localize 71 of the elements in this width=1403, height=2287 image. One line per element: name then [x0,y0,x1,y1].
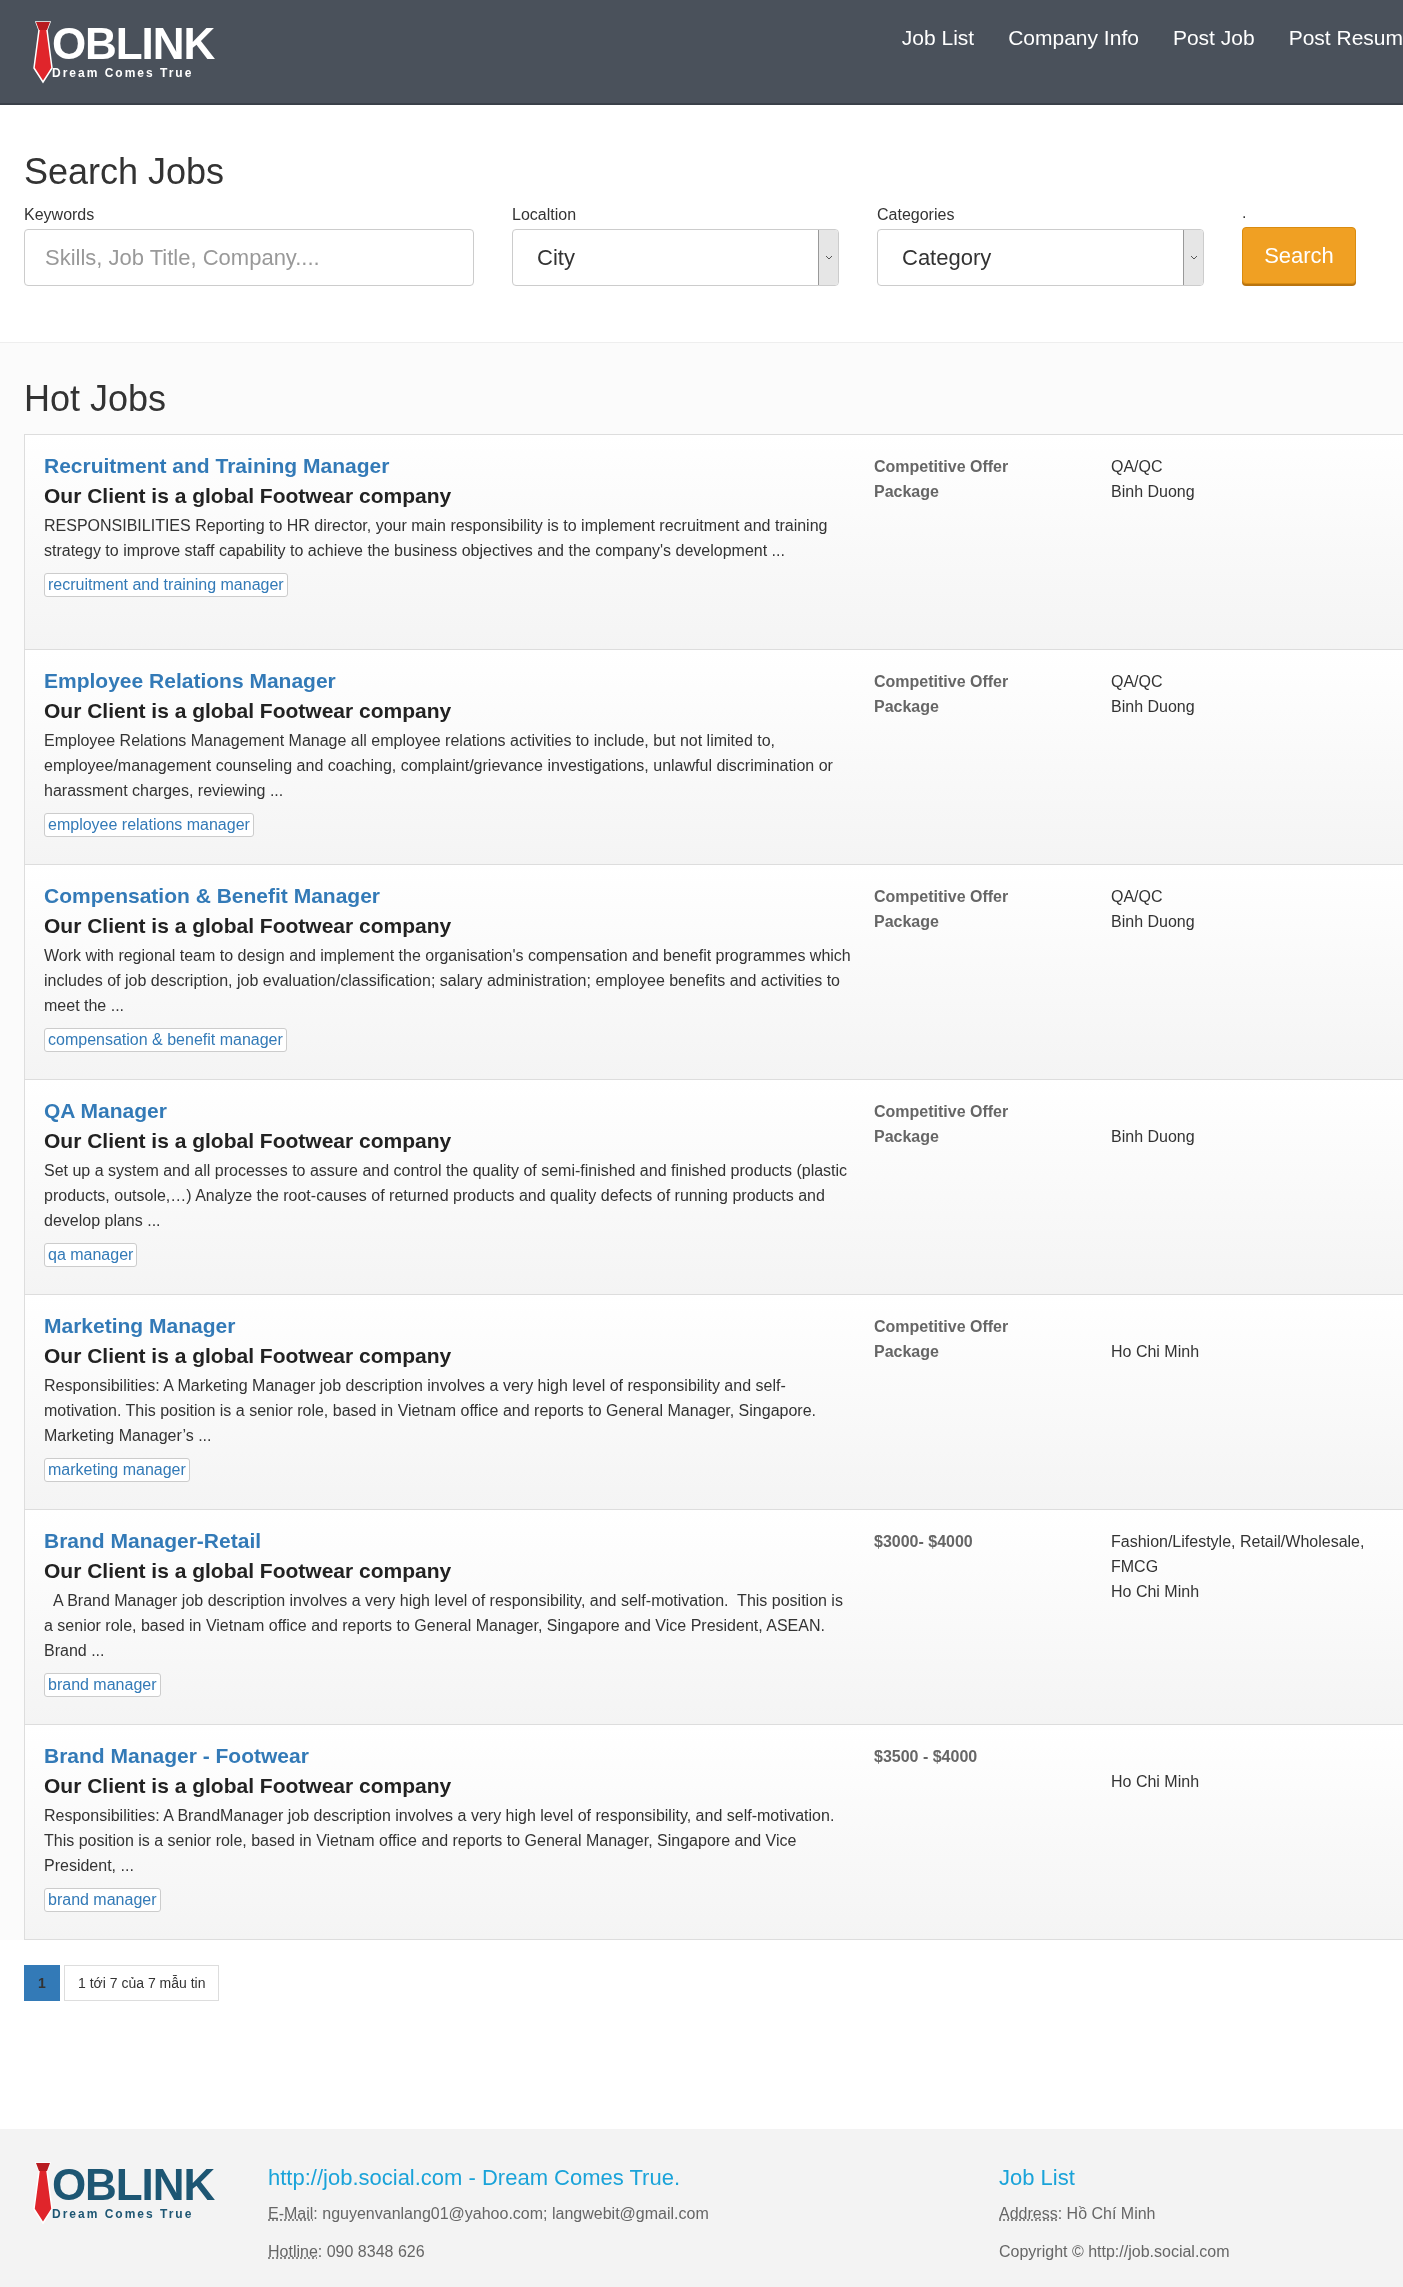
salary-text: Competitive Offer Package [874,887,1010,932]
company-name: Our Client is a global Footwear company [44,1343,452,1369]
job-tag[interactable]: marketing manager [44,1458,190,1482]
job-location: Ho Chi Minh [1111,1582,1200,1602]
job-title-link[interactable]: Marketing Manager [44,1310,236,1342]
dropdown-field[interactable]: City [512,229,839,286]
company-name: Our Client is a global Footwear company [44,1773,452,1799]
job-title-link[interactable]: Recruitment and Training Manager [44,450,390,482]
logo-tagline: Dream Comes True [52,65,195,80]
job-description: A Brand Manager job description involves a very high level of responsibility, and self-motivation. This position is a senior role, based in Vietnam office and reports to General Manager, Singapore and Vice President, ASEAN. Brand ... [44,1591,844,1661]
page-info: 1 tới 7 của 7 mẫu tin [64,1965,220,2001]
company-name: Our Client is a global Footwear company [44,1128,452,1154]
salary-text: Competitive Offer Package [874,457,1010,502]
salary-text: $3500 - $4000 [874,1747,979,1767]
job-title-link[interactable]: Compensation & Benefit Manager [44,880,381,912]
job-location: Binh Duong [1111,697,1195,717]
company-name: Our Client is a global Footwear company [44,1558,452,1584]
address-text: Address: Hồ Chí Minh [999,2204,1156,2224]
company-name: Our Client is a global Footwear company [44,698,452,724]
salary-text: Competitive Offer Package [874,1102,1010,1147]
job-category: Fashion/Lifestyle, Retail/Wholesale, FMCG [1111,1532,1366,1577]
salary-text: $3000- $4000 [874,1532,974,1552]
hotline-text: Hotline: 090 8348 626 [268,2242,425,2262]
job-description: Set up a system and all processes to assure and control the quality of semi-finished and finished products (plastic products, outsole,…) Analyze the root-causes of returned products and quality defects of running products and develop plans ... [44,1161,849,1231]
job-location: Binh Duong [1111,1127,1195,1147]
salary-text: Competitive Offer Package [874,1317,1010,1362]
job-tag[interactable]: brand manager [44,1673,161,1697]
job-description: Responsibilities: A BrandManager job description involves a very high level of responsibility, and self-motivation. This position is a senior role, based in Vietnam office and reports to General Manager, Singapore and Vice President, ... [44,1806,836,1876]
company-name: Our Client is a global Footwear company [44,483,452,509]
field-label: Categories [877,205,956,225]
logo-tagline: Dream Comes True [52,2207,195,2221]
job-tag[interactable]: employee relations manager [44,813,254,837]
page-title: Search Jobs [24,151,226,193]
logo-wordmark: OBLINK [52,21,215,66]
field-label: Localtion [512,205,578,225]
job-category: QA/QC [1111,457,1163,477]
job-description: Responsibilities: A Marketing Manager job description involves a very high level of responsibility and self-motivation. This position is a senior role, based in Vietnam office and reports to General Manager, Singapore. Marketing Manager’s ... [44,1376,817,1446]
job-title-link[interactable]: QA Manager [44,1095,167,1127]
section-title: Hot Jobs [24,378,168,420]
job-title-link[interactable]: Brand Manager-Retail [44,1525,262,1557]
keywords-field[interactable]: Skills, Job Title, Company.... [24,229,474,286]
nav-link[interactable]: Job List [901,21,975,54]
job-description: RESPONSIBILITIES Reporting to HR director, your main responsibility is to implement recruitment and training strategy to improve staff capability to achieve the business objectives and the company's development ... [44,516,829,561]
site-link[interactable]: http://job.social.com - Dream Comes True. [268,2161,681,2195]
salary-text: Competitive Offer Package [874,672,1010,717]
logo-wordmark: OBLINK [52,2163,215,2207]
job-location: Binh Duong [1111,912,1195,932]
job-tag[interactable]: brand manager [44,1888,161,1912]
copyright-text: Copyright © http://job.social.com [999,2242,1230,2262]
job-description: Work with regional team to design and implement the organisation's compensation and benefit programmes which includes of job description, job evaluation/classification; salary administration; employee benefits and activities to meet the ... [44,946,852,1016]
job-tag[interactable]: qa manager [44,1243,138,1267]
job-title-link[interactable]: Brand Manager - Footwear [44,1740,309,1772]
nav-link[interactable]: Post Job [1172,21,1255,54]
job-description: Employee Relations Management Manage all employee relations activities to include, but not limited to, employee/management counseling and coaching, complaint/grievance investigations, unlawful discrimination or harassment charges, reviewing ... [44,731,834,801]
job-category: QA/QC [1111,672,1163,692]
job-list-link[interactable]: Job List [999,2161,1075,2195]
job-tag[interactable]: compensation & benefit manager [44,1028,287,1052]
job-location: Ho Chi Minh [1111,1772,1200,1792]
field-label: . [1242,203,1248,223]
company-name: Our Client is a global Footwear company [44,913,452,939]
job-location: Binh Duong [1111,482,1195,502]
nav-link[interactable]: Company Info [1008,21,1139,54]
job-tag[interactable]: recruitment and training manager [44,573,288,597]
job-title-link[interactable]: Employee Relations Manager [44,665,336,697]
field-label: Keywords [24,205,96,225]
nav-link[interactable]: Post Resum [1288,21,1403,54]
job-category: QA/QC [1111,887,1163,907]
page-button[interactable]: 1 [24,1965,60,2001]
job-location: Ho Chi Minh [1111,1342,1200,1362]
email-text: E-Mail: nguyenvanlang01@yahoo.com; langwebit@gmail.com [268,2204,709,2224]
dropdown-field[interactable]: Category [877,229,1204,286]
